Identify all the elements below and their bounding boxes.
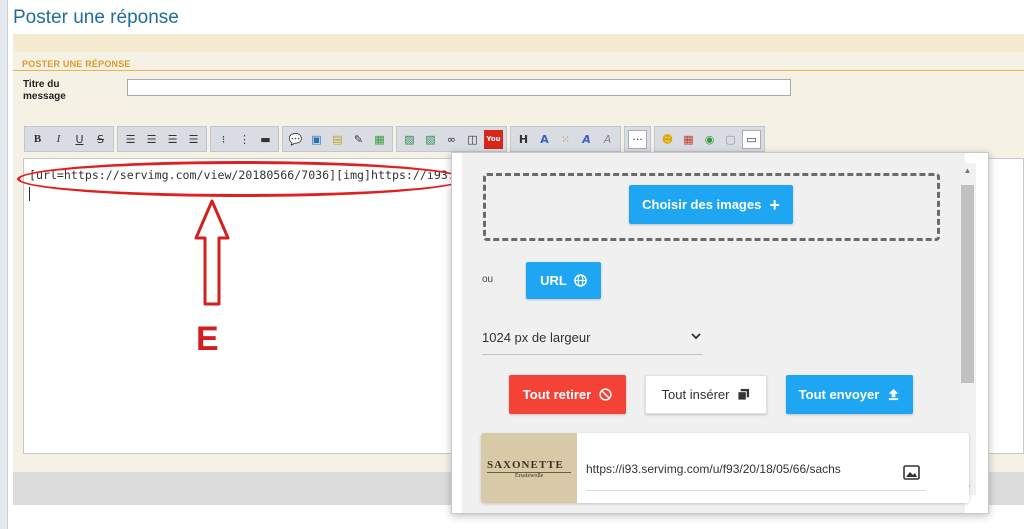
scroll-up-icon[interactable]: ▲ <box>961 166 974 176</box>
upload-arrow-icon <box>889 388 899 401</box>
send-all-button[interactable]: Tout envoyer <box>786 375 913 414</box>
strikethrough-icon[interactable]: S <box>91 130 110 149</box>
subject-label: Titre du message <box>23 79 66 102</box>
spoiler-icon[interactable]: ▤ <box>328 130 347 149</box>
align-left-icon[interactable]: ☰ <box>121 130 140 149</box>
insert-all-label: Tout insérer <box>661 387 730 402</box>
bold-icon[interactable]: B <box>28 130 47 149</box>
toolbar-group-lists: ⁝ ⋮ ▬ <box>210 126 279 152</box>
italic-icon[interactable]: I <box>49 130 68 149</box>
quote-icon[interactable]: 💬 <box>286 130 305 149</box>
embed-icon[interactable]: ◫ <box>463 130 482 149</box>
chevron-down-icon <box>691 333 701 340</box>
section-title: POSTER UNE RÉPONSE <box>22 59 131 69</box>
choose-images-label: Choisir des images <box>642 197 762 212</box>
smiley-icon[interactable]: ☻ <box>658 130 677 149</box>
insert-all-button[interactable]: Tout insérer <box>645 375 767 414</box>
text-caret <box>29 187 30 201</box>
heading-icon[interactable]: H <box>514 130 533 149</box>
url-label: URL <box>540 273 567 288</box>
panel-header-band <box>13 34 1024 52</box>
or-label: ou <box>482 274 494 285</box>
image-item-divider <box>586 490 926 491</box>
subject-input[interactable] <box>127 79 791 96</box>
highlight-annotation <box>17 161 465 197</box>
toolbar-group-extras: ☻ ▦ ◉ ▢ ▭ <box>654 126 765 152</box>
page-edge <box>0 0 8 529</box>
font-size-icon[interactable]: A <box>535 130 554 149</box>
arrow-up-annotation <box>194 199 230 306</box>
font-icon[interactable]: A <box>577 130 596 149</box>
paste-icon[interactable]: ▢ <box>721 130 740 149</box>
image-icon[interactable] <box>903 465 920 480</box>
copy-icon <box>737 388 750 401</box>
annotation-letter: E <box>196 320 219 358</box>
toolbar-group-media: ▨ ▧ ∞ ◫ You <box>396 126 507 152</box>
edit-icon[interactable]: ✎ <box>349 130 368 149</box>
image-icon[interactable]: ▨ <box>400 130 419 149</box>
color-icon[interactable]: ⁙ <box>556 130 575 149</box>
source-icon[interactable]: ▭ <box>742 129 761 149</box>
thumbnail-sub-text: Ersatzwolle <box>515 473 544 479</box>
section-divider <box>13 70 1024 71</box>
editor-toolbar: B I U S ☰ ☰ ☰ ☰ ⁝ ⋮ ▬ 💬 ▣ ▤ ✎ ▦ ▨ ▧ ∞ ◫ … <box>24 126 765 152</box>
image-url-text[interactable]: https://i93.servimg.com/u/f93/20/18/05/6… <box>586 462 886 476</box>
link-icon[interactable]: ∞ <box>442 130 461 149</box>
popup-scroll-thumb[interactable] <box>961 185 974 383</box>
toolbar-group-blocks: 💬 ▣ ▤ ✎ ▦ <box>282 126 393 152</box>
underline-icon[interactable]: U <box>70 130 89 149</box>
align-center-icon[interactable]: ☰ <box>142 130 161 149</box>
image-thumbnail[interactable]: SAXONETTE Ersatzwolle <box>481 433 577 503</box>
toolbar-group-fonts: H A ⁙ A A <box>510 126 621 152</box>
width-select-value: 1024 px de largeur <box>482 330 591 345</box>
url-button[interactable]: URL <box>526 262 601 299</box>
toolbar-group-more: ··· <box>624 126 651 152</box>
thumbnail-brand-text: SAXONETTE <box>487 459 564 471</box>
uploaded-image-item: SAXONETTE Ersatzwolle https://i93.servim… <box>481 433 969 503</box>
table-icon[interactable]: ▦ <box>370 130 389 149</box>
numbered-list-icon[interactable]: ⋮ <box>235 130 254 149</box>
plus-icon: + <box>769 194 780 215</box>
globe-icon <box>574 274 587 287</box>
upload-icon[interactable]: ◉ <box>700 130 719 149</box>
remove-all-label: Tout retirer <box>522 387 592 402</box>
more-icon[interactable]: ··· <box>628 129 647 149</box>
youtube-icon[interactable]: You <box>484 129 503 149</box>
bulleted-list-icon[interactable]: ⁝ <box>214 130 233 149</box>
justify-icon[interactable]: ☰ <box>184 130 203 149</box>
code-icon[interactable]: ▣ <box>307 130 326 149</box>
choose-images-button[interactable]: Choisir des images + <box>629 185 793 224</box>
page-title: Poster une réponse <box>13 7 179 28</box>
block-icon <box>599 388 612 401</box>
clear-format-icon[interactable]: A <box>598 130 617 149</box>
align-right-icon[interactable]: ☰ <box>163 130 182 149</box>
send-all-label: Tout envoyer <box>798 387 880 402</box>
toolbar-group-align: ☰ ☰ ☰ ☰ <box>117 126 207 152</box>
horizontal-rule-icon[interactable]: ▬ <box>256 130 275 149</box>
date-icon[interactable]: ▦ <box>679 130 698 149</box>
image-host-icon[interactable]: ▧ <box>421 130 440 149</box>
width-select[interactable]: 1024 px de largeur <box>482 327 703 355</box>
toolbar-group-text-style: B I U S <box>24 126 114 152</box>
remove-all-button[interactable]: Tout retirer <box>509 375 626 414</box>
